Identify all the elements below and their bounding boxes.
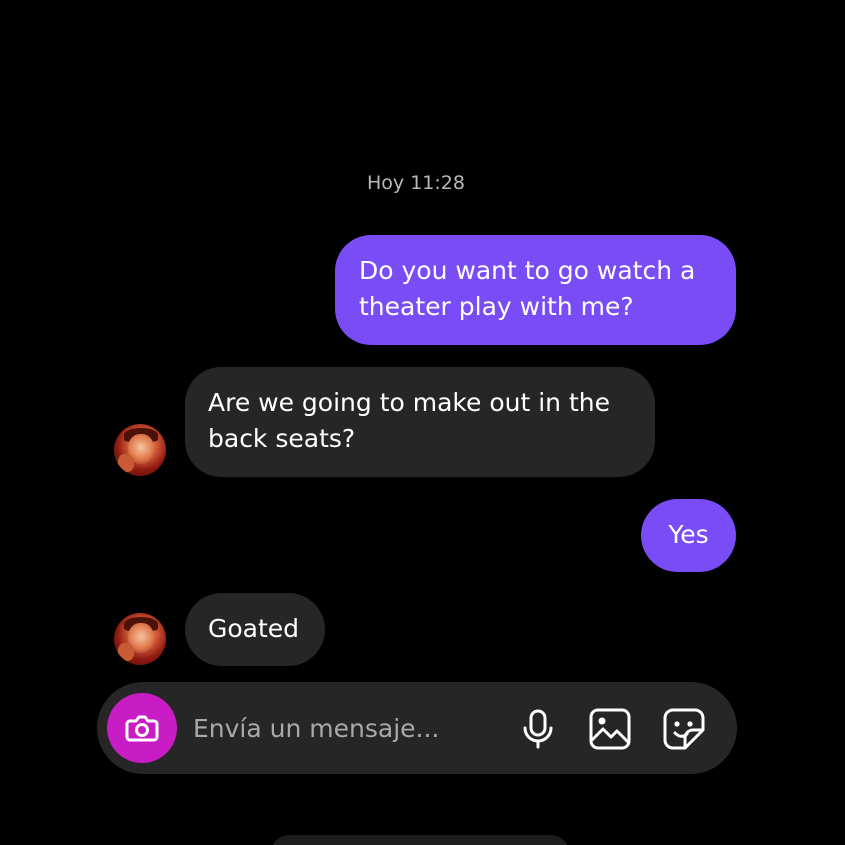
sticker-icon — [663, 708, 705, 750]
sent-message-bubble[interactable]: Do you want to go watch a theater play w… — [335, 235, 736, 345]
received-message-bubble[interactable]: Goated — [185, 593, 325, 666]
microphone-button[interactable] — [515, 706, 561, 752]
message-composer — [97, 682, 737, 774]
camera-icon — [125, 715, 159, 742]
navigation-handle — [270, 835, 570, 845]
contact-avatar[interactable] — [114, 613, 166, 665]
avatar-hand — [118, 454, 134, 472]
chat-screen: Hoy 11:28 Do you want to go watch a thea… — [0, 0, 845, 845]
image-gallery-icon — [589, 708, 631, 750]
avatar-hand — [118, 643, 134, 661]
microphone-icon — [523, 709, 553, 749]
gallery-button[interactable] — [587, 706, 633, 752]
message-timestamp: Hoy 11:28 — [367, 172, 465, 194]
message-input[interactable] — [193, 710, 493, 746]
sticker-button[interactable] — [661, 706, 707, 752]
sent-message-bubble[interactable]: Yes — [641, 499, 736, 572]
received-message-bubble[interactable]: Are we going to make out in the back sea… — [185, 367, 655, 477]
contact-avatar[interactable] — [114, 424, 166, 476]
camera-button[interactable] — [107, 693, 177, 763]
